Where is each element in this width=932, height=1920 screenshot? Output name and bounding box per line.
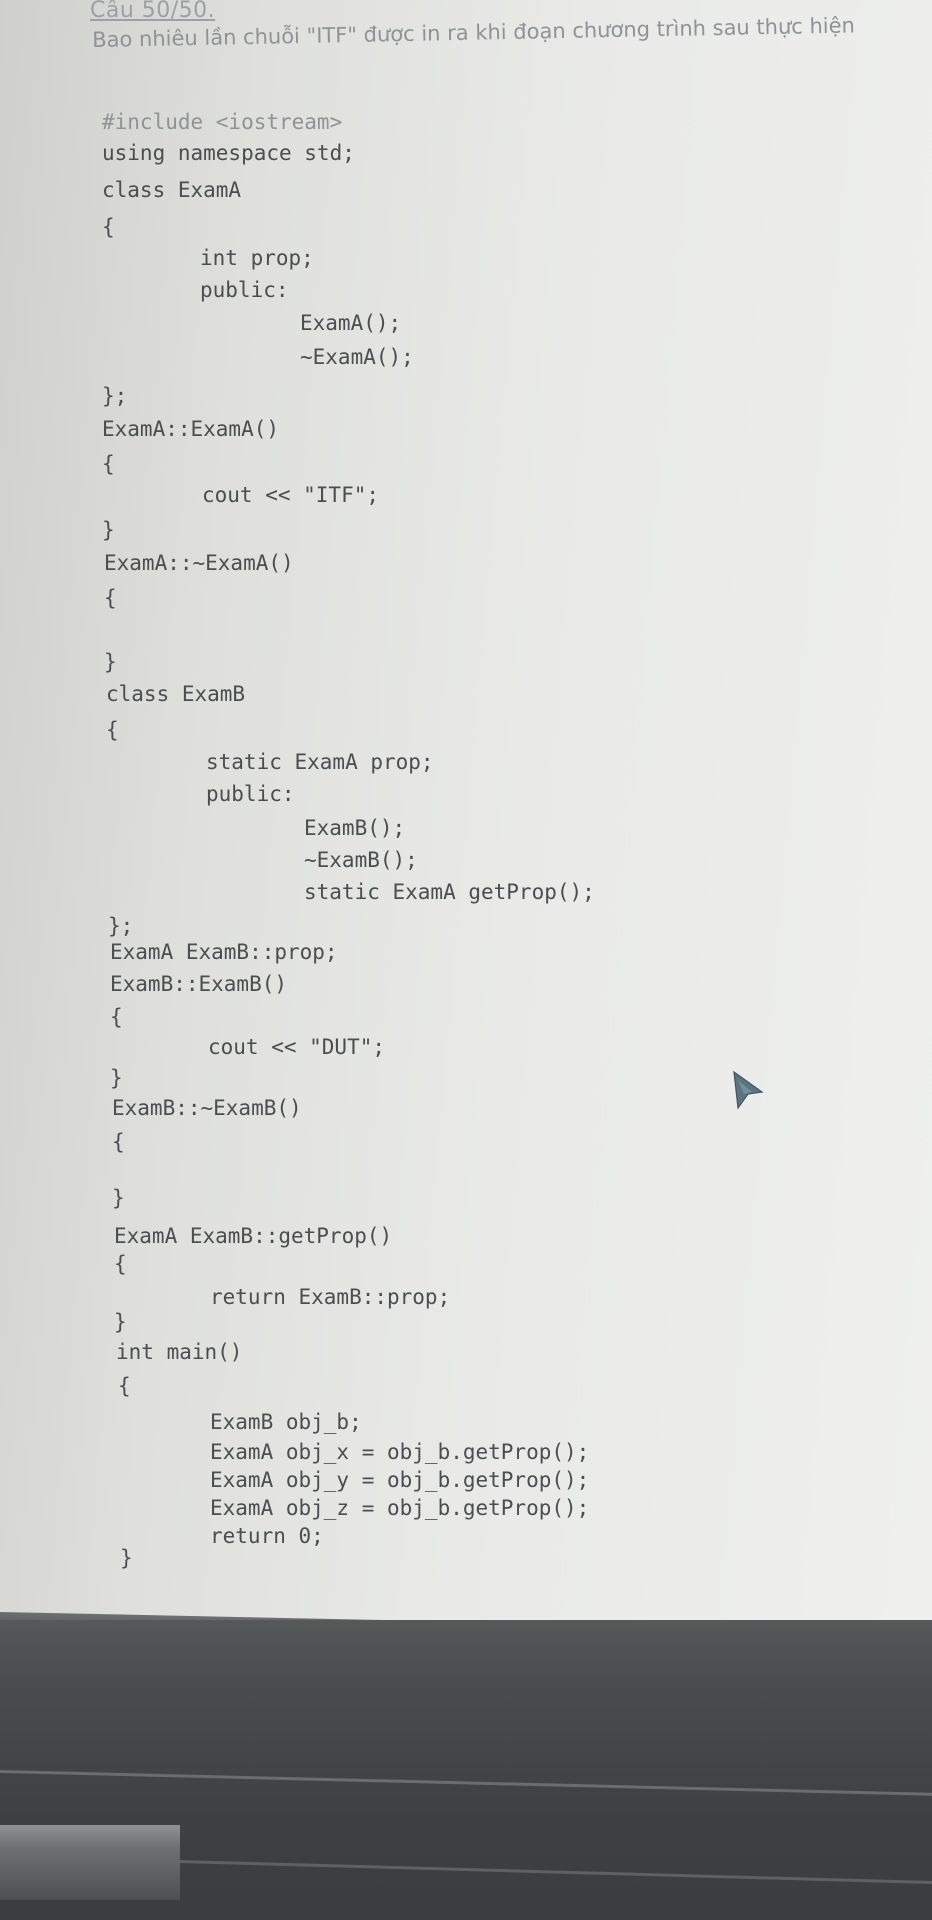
code-line: ExamA ExamB::prop; [110,940,338,964]
code-line: class ExamB [106,682,246,706]
mouse-pointer-icon [733,1070,764,1110]
code-line: { [102,215,115,239]
code-line: { [106,718,119,742]
code-line: static ExamA getProp(); [304,880,595,904]
code-line: ExamA obj_z = obj_b.getProp(); [210,1496,590,1520]
code-block: #include <iostream> using namespace std;… [0,0,932,1600]
code-line: } [104,650,117,674]
code-line: } [110,1066,123,1090]
code-line: #include <iostream> [102,110,343,134]
code-line: ExamB::ExamB() [110,972,288,996]
code-line: ExamA ExamB::getProp() [114,1224,393,1248]
code-line: return 0; [210,1524,324,1548]
code-line: using namespace std; [102,141,355,165]
code-line: class ExamA [102,178,242,202]
code-line: { [118,1374,131,1398]
code-line: { [104,586,117,610]
code-line: ExamA::ExamA() [102,417,280,441]
code-line: } [102,518,115,542]
code-line: int prop; [200,246,314,270]
code-line: { [114,1252,127,1276]
code-line: ExamA obj_x = obj_b.getProp(); [210,1440,590,1464]
code-line: public: [200,278,289,302]
code-line: { [102,452,115,476]
desk-object [0,1825,180,1900]
code-line: ExamB::~ExamB() [112,1096,302,1120]
code-line: { [110,1005,123,1029]
code-line: ExamA(); [300,311,402,335]
code-line: } [112,1186,125,1210]
code-line: } [114,1310,127,1334]
screen: Câu 50/50. Bao nhiêu lần chuỗi "ITF" đượ… [0,0,932,1620]
code-line: ExamA::~ExamA() [104,551,294,575]
code-line: return ExamB::prop; [210,1285,451,1309]
code-line: cout << "ITF"; [202,483,380,507]
code-line: public: [206,782,295,806]
code-line: ~ExamB(); [304,848,418,872]
code-line: { [112,1130,125,1154]
code-line: ExamA obj_y = obj_b.getProp(); [210,1468,590,1492]
code-line: int main() [116,1340,243,1364]
code-line: cout << "DUT"; [208,1035,386,1059]
code-line: static ExamA prop; [206,750,434,774]
code-line: } [120,1546,133,1570]
code-line: ExamB obj_b; [210,1410,362,1434]
code-line: ExamB(); [304,816,406,840]
code-line: }; [102,384,128,408]
code-line: ~ExamA(); [300,345,414,369]
code-line: }; [108,914,134,938]
